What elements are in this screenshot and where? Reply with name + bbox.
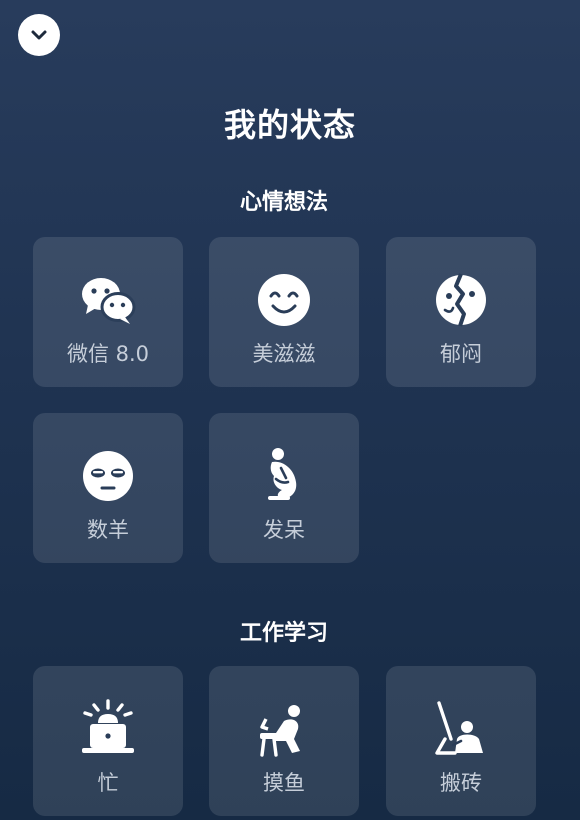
status-tile-happy[interactable]: 美滋滋 [209, 237, 359, 387]
status-label: 搬砖 [440, 771, 482, 795]
working-figure-icon [435, 701, 483, 755]
collapse-button[interactable] [18, 14, 60, 56]
status-tile-wechat[interactable]: 微信 8.0 [33, 237, 183, 387]
page-title: 我的状态 [223, 106, 356, 144]
status-label: 发呆 [263, 518, 305, 542]
status-tile-daze[interactable]: 发呆 [209, 413, 359, 563]
busy-laptop-icon [82, 699, 134, 753]
status-label: 微信 8.0 [66, 342, 150, 366]
status-tile-busy[interactable]: 忙 [33, 666, 183, 816]
section-title-work: 工作学习 [239, 621, 328, 646]
status-tile-counting-sheep[interactable]: 数羊 [33, 413, 183, 563]
status-label: 郁闷 [440, 342, 482, 366]
daze-figure-icon [268, 448, 297, 500]
chevron-down-icon [31, 30, 47, 40]
status-tile-slacking[interactable]: 摸鱼 [209, 666, 359, 816]
sleepy-face-icon [83, 451, 133, 501]
smiley-face-icon [258, 274, 310, 326]
status-tile-gloomy[interactable]: 郁闷 [386, 237, 536, 387]
status-label: 忙 [97, 771, 119, 795]
status-label: 美滋滋 [252, 342, 316, 366]
gloomy-face-icon [436, 273, 486, 327]
status-label: 数羊 [87, 518, 129, 542]
status-tile-working[interactable]: 搬砖 [386, 666, 536, 816]
status-label: 摸鱼 [263, 771, 305, 795]
section-title-mood: 心情想法 [239, 190, 328, 215]
slacking-figure-icon [260, 705, 300, 757]
wechat-icon [82, 278, 136, 324]
